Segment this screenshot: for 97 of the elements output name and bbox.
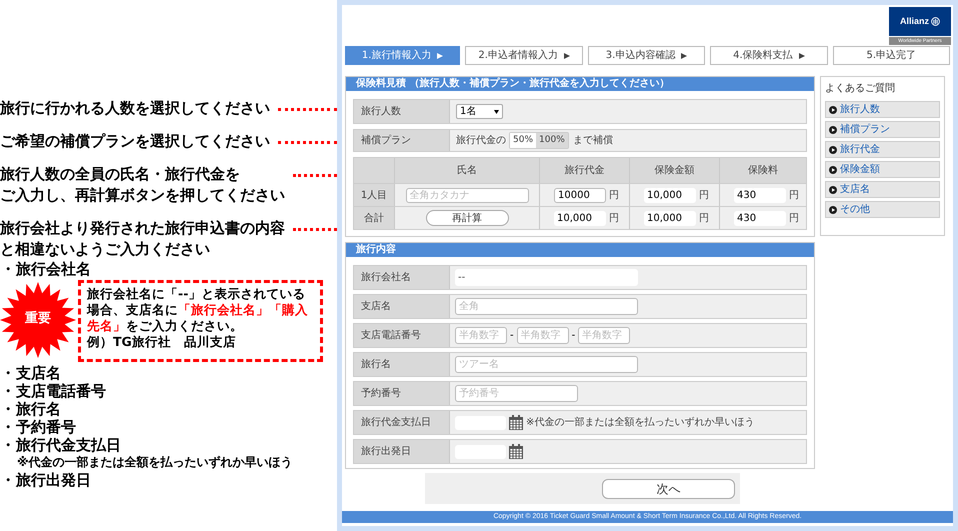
arrow-icon <box>564 52 570 58</box>
column-header: 保険料 <box>748 164 778 178</box>
faq-item[interactable]: 支店名 <box>825 181 940 198</box>
notice-text: 旅行会社名に「--」と表示されている場合、支店名に「旅行会社名」「購入先名」をご入力ください。 <box>87 286 309 334</box>
calendar-icon <box>509 415 523 430</box>
bullet-text: 予約番号 <box>16 418 76 436</box>
bullet-mark: ・ <box>0 260 16 278</box>
field-label: 旅行名 <box>361 358 391 372</box>
instruction-text: 旅行に行かれる人数を選択してください <box>0 98 270 119</box>
field-label: 予約番号 <box>361 386 401 401</box>
bullet-text: 支店名 <box>16 364 61 382</box>
field-label: 旅行代金支払日 <box>361 416 431 430</box>
text-field[interactable]: ツアー名 <box>455 356 638 373</box>
column-header: 旅行代金 <box>564 164 604 178</box>
amount-field[interactable]: 10,000 <box>554 210 606 226</box>
faq-item[interactable]: その他 <box>825 201 940 218</box>
bullet-mark: ・ <box>0 382 16 400</box>
faq-item[interactable]: 補償プラン <box>825 121 940 138</box>
bullet-mark: ・ <box>0 400 16 418</box>
row-label: 1人目 <box>360 188 388 202</box>
instruction-text: ご希望の補償プランを選択してください <box>0 131 270 152</box>
field-label: 旅行人数 <box>361 104 401 119</box>
name-field[interactable]: 全角カタカナ <box>406 188 528 202</box>
field-label: 旅行出発日 <box>361 444 411 459</box>
plan-prefix: 旅行代金の <box>456 134 506 148</box>
play-icon <box>829 126 837 134</box>
badge-text: 重要 <box>24 310 52 328</box>
instruction-text: 旅行会社より発行された旅行申込書の内容 と相違ないようご入力ください <box>0 218 285 260</box>
bullet-text: 旅行名 <box>16 400 61 418</box>
amount-field[interactable]: 10,000 <box>644 188 696 202</box>
next-button[interactable]: 次へ <box>602 478 735 498</box>
faq-title: よくあるご質問 <box>825 82 896 96</box>
column-header: 氏名 <box>457 164 477 178</box>
separator-text: - <box>572 329 576 343</box>
row-label: 合計 <box>364 212 384 226</box>
faq-item[interactable]: 旅行人数 <box>825 101 940 118</box>
amount-field[interactable]: 430 <box>734 188 786 202</box>
play-icon <box>829 106 837 114</box>
note-text: ※代金の一部または全額を払ったいずれか早いほう <box>16 454 293 471</box>
play-icon <box>829 206 837 214</box>
step-tab[interactable]: 4.保険料支払 <box>710 46 828 65</box>
arrow-icon <box>681 52 688 58</box>
section-title: 旅行内容 <box>356 243 396 257</box>
bullet-mark: ・ <box>0 471 16 489</box>
unit-text: 円 <box>609 212 619 226</box>
bullet-text: 支店電話番号 <box>16 382 106 400</box>
text-field[interactable]: 全角 <box>455 298 638 315</box>
plan-option[interactable]: 100% <box>536 133 568 148</box>
caret-icon <box>494 110 499 114</box>
field-label: 旅行会社名 <box>361 270 411 285</box>
step-tab[interactable]: 5.申込完了 <box>832 46 950 65</box>
bullet-text: 旅行出発日 <box>16 471 91 489</box>
step-tab[interactable]: 1.旅行情報入力 <box>345 46 460 65</box>
separator-text: - <box>510 329 514 343</box>
arrow-icon <box>437 52 444 58</box>
unit-text: 円 <box>789 188 799 202</box>
column-header: 保険金額 <box>654 164 694 178</box>
field-label: 支店電話番号 <box>361 328 421 343</box>
amount-field[interactable]: 430 <box>734 210 786 226</box>
travelers-dropdown[interactable]: 1名 <box>456 104 503 119</box>
bullet-mark: ・ <box>0 418 16 436</box>
recalculate-button[interactable]: 再計算 <box>426 210 508 226</box>
bullet-mark: ・ <box>0 436 16 454</box>
amount-field[interactable]: 10,000 <box>644 210 696 226</box>
faq-item[interactable]: 保険金額 <box>825 161 940 178</box>
bullet-text: 旅行代金支払日 <box>16 436 121 454</box>
arrow-icon <box>798 52 805 58</box>
unit-text: 円 <box>699 212 709 226</box>
field-label: 支店名 <box>361 300 391 314</box>
phone-field[interactable]: 半角数字 <box>516 327 569 344</box>
note-text: ※代金の一部または全額を払ったいずれか早いほう <box>526 416 754 430</box>
instruction-text: 旅行人数の全員の氏名・旅行代金を ご入力し、再計算ボタンを押してください <box>0 164 285 206</box>
phone-field[interactable]: 半角数字 <box>455 327 507 344</box>
burst-icon <box>0 282 76 358</box>
unit-text: 円 <box>699 188 709 202</box>
calendar-icon <box>509 444 523 459</box>
text-field[interactable]: -- <box>455 269 638 286</box>
step-tab[interactable]: 3.申込内容確認 <box>588 46 706 65</box>
plan-suffix: まで補償 <box>572 134 613 148</box>
field-label: 補償プラン <box>361 134 411 148</box>
logo-icon <box>931 17 940 26</box>
unit-text: 円 <box>609 188 619 202</box>
unit-text: 円 <box>789 212 799 226</box>
logo-text: Allianz <box>900 14 929 28</box>
example-text: 例）TG旅行社 品川支店 <box>87 334 237 350</box>
amount-field[interactable]: 10000 <box>554 188 606 202</box>
text-field[interactable]: 予約番号 <box>455 385 578 402</box>
section-title: 保険料見積 （旅行人数・補償プラン・旅行代金を入力してください） <box>356 77 670 91</box>
faq-item[interactable]: 旅行代金 <box>825 141 940 158</box>
play-icon <box>829 186 837 194</box>
play-icon <box>829 166 837 174</box>
phone-field[interactable]: 半角数字 <box>578 327 630 344</box>
step-tab[interactable]: 2.申込者情報入力 <box>465 46 583 65</box>
bullet-mark: ・ <box>0 364 16 382</box>
bullet-text: 旅行会社名 <box>16 260 91 278</box>
plan-option[interactable]: 50% <box>510 133 536 148</box>
play-icon <box>829 146 837 154</box>
